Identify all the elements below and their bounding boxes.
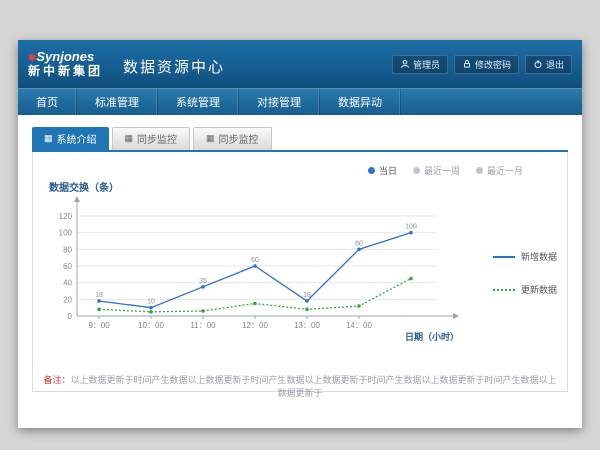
nav-item-home[interactable]: 首页	[18, 89, 77, 115]
admin-label: 管理员	[413, 58, 440, 71]
svg-text:100: 100	[59, 229, 73, 238]
svg-text:40: 40	[63, 279, 72, 288]
svg-text:100: 100	[405, 224, 417, 231]
line-sample-icon	[493, 256, 515, 258]
svg-text:13：00: 13：00	[294, 321, 320, 330]
grid-icon: ▦	[44, 133, 53, 144]
line-chart: 0 20 40 60 80 100 120 9：00 10：00 11：00 12：00 13：00 1…	[47, 194, 479, 346]
svg-text:80: 80	[63, 245, 72, 254]
svg-text:60: 60	[251, 257, 259, 264]
series-legend: 新增数据 更新数据	[493, 250, 557, 296]
change-password-button[interactable]: 修改密码	[454, 55, 519, 74]
svg-text:0: 0	[68, 312, 73, 321]
filter-label: 最近一周	[424, 164, 460, 177]
svg-text:14：00: 14：00	[346, 321, 372, 330]
svg-text:10：00: 10：00	[138, 321, 164, 330]
filter-label: 最近一月	[487, 164, 523, 177]
footer-note: 备注：以上数据更新于时间产生数据以上数据更新于时间产生数据以上数据更新于时间产生…	[43, 373, 557, 399]
svg-text:日期（小时）: 日期（小时）	[405, 331, 459, 342]
tab-sync-monitor-2[interactable]: ▦ 同步监控	[193, 127, 272, 150]
note-prefix: 备注：	[43, 375, 70, 385]
legend-new-data[interactable]: 新增数据	[493, 250, 557, 263]
page-title: 数据资源中心	[123, 52, 225, 77]
admin-button[interactable]: 管理员	[392, 55, 448, 74]
filter-last-week[interactable]: 最近一周	[413, 164, 460, 177]
tab-label: 同步监控	[137, 131, 177, 146]
line-sample-icon	[493, 289, 515, 291]
nav-item-system-mgmt[interactable]: 系统管理	[158, 89, 239, 115]
svg-text:18: 18	[95, 292, 103, 299]
dot-icon	[413, 167, 420, 174]
grid-icon: ▦	[125, 133, 134, 144]
y-axis-title: 数据交换（条）	[49, 179, 557, 194]
company-name: 新中新集团	[28, 65, 103, 78]
nav-item-interface-mgmt[interactable]: 对接管理	[239, 89, 320, 115]
app-header: ✱Synjones 新中新集团 数据资源中心 管理员	[18, 40, 582, 88]
main-nav: 首页 标准管理 系统管理 对接管理 数据异动	[18, 88, 582, 115]
legend-updated-data[interactable]: 更新数据	[493, 283, 557, 296]
nav-item-standard-mgmt[interactable]: 标准管理	[77, 89, 158, 115]
svg-text:11：00: 11：00	[190, 321, 216, 330]
lock-icon	[462, 59, 472, 69]
svg-text:20: 20	[63, 295, 72, 304]
content-area: ▦ 系统介绍 ▦ 同步监控 ▦ 同步监控 当日	[18, 115, 582, 392]
note-text: 以上数据更新于时间产生数据以上数据更新于时间产生数据以上数据更新于时间产生数据以…	[71, 375, 557, 398]
user-menu: 管理员 修改密码 退出	[392, 55, 572, 74]
logo-text: ✱Synjones	[28, 50, 103, 64]
change-password-label: 修改密码	[475, 58, 511, 71]
desktop-background: ✱Synjones 新中新集团 数据资源中心 管理员	[0, 0, 600, 450]
user-icon	[400, 59, 410, 69]
dot-icon	[476, 167, 483, 174]
filter-today[interactable]: 当日	[368, 164, 397, 177]
svg-text:60: 60	[63, 262, 72, 271]
svg-text:18: 18	[303, 292, 311, 299]
range-filter-legend: 当日 最近一周 最近一月	[43, 164, 523, 177]
svg-text:10: 10	[147, 299, 155, 306]
svg-text:80: 80	[355, 240, 363, 247]
legend-label: 更新数据	[521, 283, 557, 296]
svg-text:120: 120	[59, 212, 73, 221]
app-window: ✱Synjones 新中新集团 数据资源中心 管理员	[18, 40, 582, 428]
tab-label: 同步监控	[219, 131, 259, 146]
tab-system-intro[interactable]: ▦ 系统介绍	[32, 127, 109, 150]
logout-label: 退出	[546, 58, 564, 71]
tab-bar: ▦ 系统介绍 ▦ 同步监控 ▦ 同步监控	[32, 127, 568, 152]
power-icon	[533, 59, 543, 69]
dot-icon	[368, 167, 375, 174]
brand-logo: ✱Synjones 新中新集团	[28, 50, 103, 77]
filter-last-month[interactable]: 最近一月	[476, 164, 523, 177]
logout-button[interactable]: 退出	[525, 55, 572, 74]
chart-panel: 当日 最近一周 最近一月 数据交换（条） 0 20 40 60 80 100 120 9：00…	[32, 152, 568, 392]
chart-area: 0 20 40 60 80 100 120 9：00 10：00 11：00 12：00 13：00 1…	[47, 194, 557, 351]
legend-label: 新增数据	[521, 250, 557, 263]
svg-text:35: 35	[199, 278, 207, 285]
grid-icon: ▦	[206, 133, 215, 144]
filter-label: 当日	[379, 164, 397, 177]
tab-sync-monitor-1[interactable]: ▦ 同步监控	[112, 127, 191, 150]
svg-text:12：00: 12：00	[242, 321, 268, 330]
nav-item-data-change[interactable]: 数据异动	[320, 89, 401, 115]
svg-text:9：00: 9：00	[88, 321, 110, 330]
tab-label: 系统介绍	[57, 131, 97, 146]
